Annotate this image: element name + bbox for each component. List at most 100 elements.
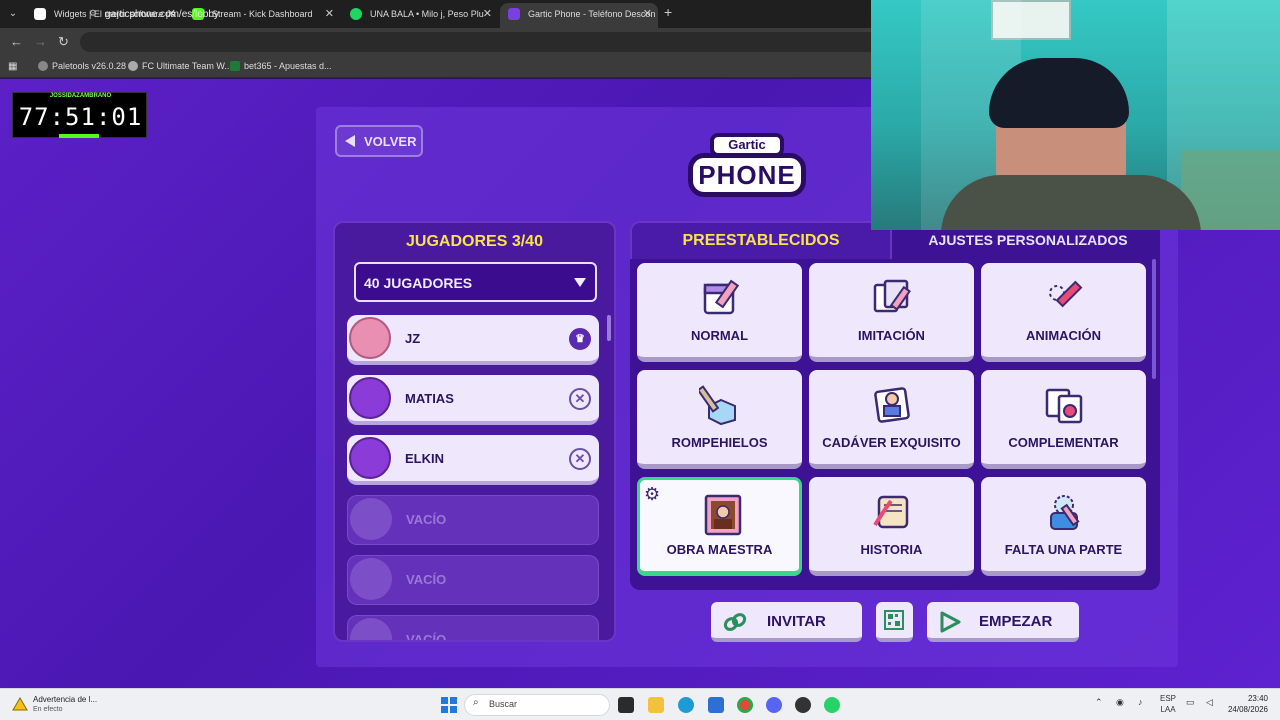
player-name: VACÍO (406, 572, 447, 587)
site-info-icon[interactable]: ⚙ (89, 8, 97, 19)
bookmark-label: Paletools v26.0.28 (52, 61, 127, 71)
mode-card-masterpiece[interactable]: ⚙ OBRA MAESTRA (637, 477, 802, 576)
clock-date: 24/08/2026 (1227, 705, 1268, 714)
bookmark-label: bet365 - Apuestas d... (244, 61, 332, 71)
qr-code-button[interactable] (876, 602, 913, 642)
network-icon[interactable]: ▭ (1186, 697, 1195, 708)
back-button[interactable]: VOLVER (335, 125, 423, 157)
mode-card-icebreaker[interactable]: ROMPEHIELOS (637, 370, 802, 469)
empty-player-slot: VACÍO (347, 495, 599, 545)
kick-player-icon[interactable]: ✕ (569, 448, 591, 470)
mode-label: CADÁVER EXQUISITO (822, 435, 961, 450)
whatsapp-icon[interactable] (824, 697, 840, 713)
spotify-favicon-icon (350, 8, 362, 20)
link-icon (723, 613, 747, 631)
chrome-icon[interactable] (737, 697, 753, 713)
language-indicator[interactable]: ESP LAA (1160, 693, 1176, 715)
timer-value: 77:51:01 (18, 103, 143, 131)
scroll-quill-icon (873, 495, 909, 529)
obs-icon[interactable] (795, 697, 811, 713)
browser-tab[interactable]: UNA BALA • Milo j, Peso Plu ✕ (342, 3, 498, 28)
taskbar-search[interactable] (464, 694, 610, 716)
gear-icon[interactable]: ⚙ (644, 484, 660, 505)
tray-app-icon[interactable]: ◉ (1116, 697, 1124, 708)
store-icon[interactable] (708, 697, 724, 713)
search-icon: ⌕ (473, 697, 479, 708)
discord-icon[interactable] (766, 697, 782, 713)
clock-time: 23:40 (1247, 694, 1268, 703)
empty-avatar-icon (350, 498, 392, 540)
timer-source-badge (59, 134, 99, 138)
tab-close-icon[interactable]: ✕ (483, 3, 492, 25)
logo-bottom-text: PHONE (688, 153, 806, 197)
mode-card-normal[interactable]: NORMAL (637, 263, 802, 362)
task-view-icon[interactable] (618, 697, 634, 713)
tab-label: UNA BALA • Milo j, Peso Plu (370, 9, 484, 19)
mode-card-exquisite-corpse[interactable]: CADÁVER EXQUISITO (809, 370, 974, 469)
warning-icon (12, 697, 28, 711)
language-code: ESP (1160, 694, 1177, 703)
tab-label: Stream - Kick Dashboard (212, 9, 313, 19)
notification-title[interactable]: Advertencia de l... (33, 695, 97, 704)
tab-presets[interactable]: PREESTABLECIDOS (630, 221, 892, 259)
volume-icon[interactable]: ◁ (1206, 697, 1213, 708)
tab-close-icon[interactable]: ✕ (325, 3, 334, 25)
copy-cards-icon (873, 279, 911, 313)
mode-label: ANIMACIÓN (1025, 328, 1102, 343)
modes-scrollbar[interactable] (1152, 259, 1156, 379)
gartic-favicon-icon (508, 8, 520, 20)
missing-part-icon (1050, 495, 1080, 530)
url-text[interactable]: garticphone.com/es/lobby (105, 9, 219, 20)
bookmark-label: FC Ultimate Team W... (142, 61, 232, 71)
body-picture-icon (874, 387, 910, 423)
timer-streamer-name: JOSSIDAZAMBRANO (49, 93, 112, 99)
new-tab-icon[interactable]: + (664, 4, 672, 20)
url-field[interactable] (80, 32, 880, 52)
bookmark-item[interactable]: FC Ultimate Team W... (128, 61, 232, 71)
mode-card-story[interactable]: HISTORIA (809, 477, 974, 576)
browser-tab-active[interactable]: Gartic Phone - Teléfono Descon ✕ (500, 3, 658, 28)
tab-search-icon[interactable]: ⌄ (4, 5, 22, 23)
mode-card-complement[interactable]: COMPLEMENTAR (981, 370, 1146, 469)
bookmark-item[interactable]: Paletools v26.0.28 (38, 61, 126, 71)
forward-arrow-icon[interactable]: → (34, 34, 47, 49)
player-slot-host: JZ ♛ (347, 315, 599, 365)
windows-taskbar: Advertencia de l... En efecto ⌕ Buscar ⌃… (0, 688, 1280, 720)
portrait-icon (704, 494, 742, 536)
person-hair (989, 58, 1129, 128)
puzzle-cards-icon (1045, 388, 1083, 424)
players-count-title: JUGADORES 3/40 (406, 233, 543, 250)
mode-label: HISTORIA (860, 542, 923, 557)
kick-player-icon[interactable]: ✕ (569, 388, 591, 410)
mode-card-imitation[interactable]: IMITACIÓN (809, 263, 974, 362)
players-scrollbar[interactable] (607, 315, 611, 341)
windows-start-icon[interactable] (441, 697, 457, 713)
bird-avatar-icon (349, 437, 391, 479)
person-shirt (941, 175, 1201, 230)
webcam-overlay (871, 0, 1280, 230)
player-limit-select[interactable]: 40 JUGADORES (354, 262, 597, 302)
crown-icon: ♛ (569, 328, 591, 350)
player-name: MATIAS (405, 391, 454, 406)
gartic-phone-logo: Gartic PHONE (688, 129, 806, 201)
back-button-label: VOLVER (364, 134, 417, 149)
invite-button[interactable]: INVITAR (711, 602, 862, 642)
player-slot: MATIAS ✕ (347, 375, 599, 425)
reload-icon[interactable]: ↻ (58, 34, 69, 50)
play-icon (940, 611, 961, 633)
apps-grid-icon[interactable]: ▦ (8, 61, 17, 72)
tray-chevron-up-icon[interactable]: ⌃ (1095, 697, 1103, 708)
edge-icon[interactable] (678, 697, 694, 713)
start-button[interactable]: EMPEZAR (927, 602, 1079, 642)
microphone-icon[interactable]: ♪ (1138, 697, 1143, 707)
file-explorer-icon[interactable] (648, 697, 664, 713)
clock[interactable]: 23:40 24/08/2026 (1226, 693, 1268, 715)
player-slot: ELKIN ✕ (347, 435, 599, 485)
back-arrow-icon[interactable]: ← (10, 34, 23, 49)
back-arrow-icon (345, 135, 355, 147)
bookmark-item[interactable]: bet365 - Apuestas d... (230, 61, 332, 71)
start-button-label: EMPEZAR (979, 613, 1053, 630)
tab-close-icon[interactable]: ✕ (643, 3, 652, 25)
mode-card-animation[interactable]: ANIMACIÓN (981, 263, 1146, 362)
mode-card-missing-part[interactable]: FALTA UNA PARTE (981, 477, 1146, 576)
